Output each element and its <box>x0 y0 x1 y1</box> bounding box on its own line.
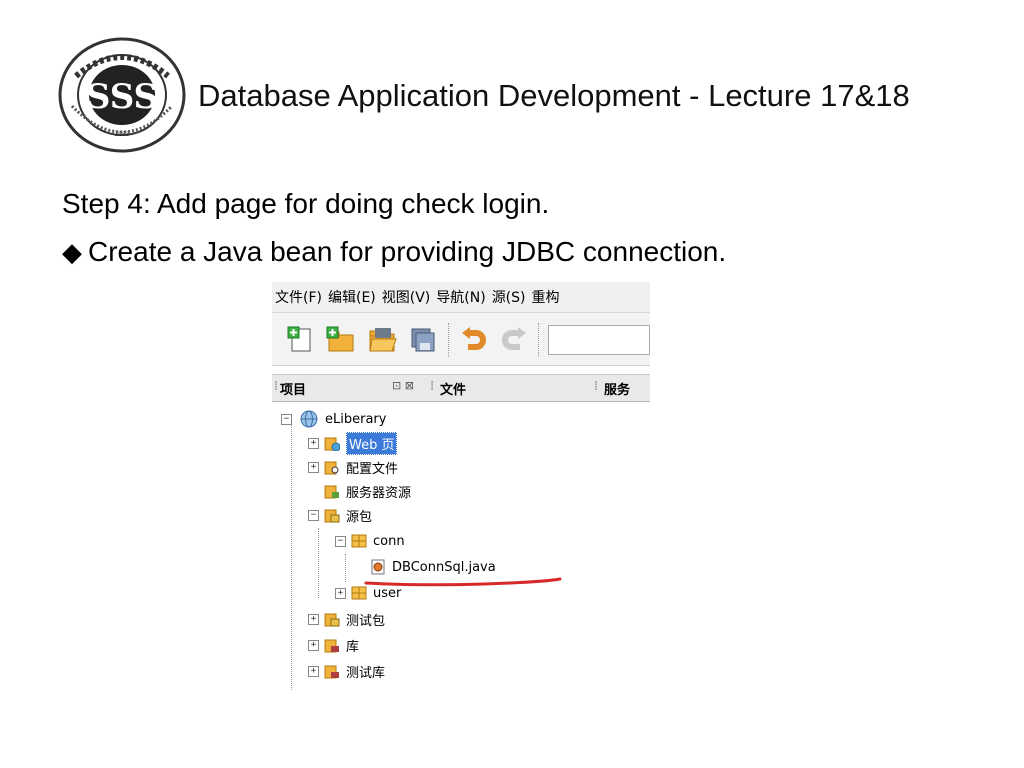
ide-screenshot: 文件(F) 编辑(E) 视图(V) 导航(N) 源(S) 重构 ⁞ 项目 ⊡ ⊠… <box>272 282 650 708</box>
toolbar <box>272 312 650 366</box>
tree-node-web[interactable]: + Web 页 <box>308 431 398 455</box>
collapse-icon[interactable]: − <box>281 413 292 425</box>
diamond-bullet-icon: ◆ <box>62 237 82 267</box>
project-tree: − eLiberary + Web 页 + 配置文件 服务器资源 − 源包 − … <box>272 404 650 708</box>
menu-source[interactable]: 源(S) <box>492 287 526 307</box>
expand-icon[interactable]: + <box>308 665 319 677</box>
menu-file[interactable]: 文件(F) <box>275 287 322 307</box>
bullet-item: ◆ Create a Java bean for providing JDBC c… <box>62 236 726 268</box>
tab-grip-icon: ⁞ <box>430 379 435 394</box>
tree-label-config: 配置文件 <box>346 461 399 477</box>
tab-projects[interactable]: 项目 <box>280 379 306 398</box>
libraries-folder-icon <box>324 639 339 653</box>
tree-label-user: user <box>373 585 402 601</box>
collapse-icon[interactable]: − <box>335 535 346 547</box>
tree-node-libraries[interactable]: + 库 <box>308 634 359 656</box>
new-project-icon[interactable] <box>324 325 356 355</box>
tree-node-user[interactable]: + user <box>335 582 401 604</box>
tab-services[interactable]: 服务 <box>604 379 630 398</box>
tab-grip-icon: ⁞ <box>274 379 279 394</box>
tree-label-test-packages: 测试包 <box>346 613 386 629</box>
open-project-icon[interactable] <box>366 325 398 355</box>
test-libraries-folder-icon <box>324 665 339 679</box>
tab-files[interactable]: 文件 <box>440 379 466 398</box>
tree-label-dbconnsql: DBConnSql.java <box>392 559 496 575</box>
menu-navigate[interactable]: 导航(N) <box>436 287 485 307</box>
tree-label-source-packages: 源包 <box>346 509 373 525</box>
slide-title: Database Application Development - Lectu… <box>198 78 910 113</box>
toolbar-combo[interactable] <box>548 325 650 355</box>
tree-label-test-libraries: 测试库 <box>346 665 386 681</box>
server-resources-folder-icon <box>324 485 339 499</box>
expand-icon[interactable]: + <box>308 461 319 473</box>
test-packages-folder-icon <box>324 613 340 627</box>
collapse-icon[interactable]: − <box>308 509 319 521</box>
menu-refactor[interactable]: 重构 <box>532 287 560 307</box>
panel-tabs: ⁞ 项目 ⊡ ⊠ ⁞ 文件 ⁞ 服务 <box>272 374 650 402</box>
tree-label-conn: conn <box>373 533 405 549</box>
tree-node-test-libraries[interactable]: + 测试库 <box>308 660 385 682</box>
expand-icon[interactable]: + <box>335 587 346 599</box>
step-text: Step 4: Add page for doing check login. <box>62 188 550 219</box>
undo-icon[interactable] <box>458 325 490 355</box>
config-files-folder-icon <box>324 461 339 475</box>
tree-node-conn[interactable]: − conn <box>335 530 405 552</box>
svg-text:SSS: SSS <box>86 77 158 117</box>
new-file-icon[interactable] <box>284 325 316 355</box>
university-seal-logo: SSS 1953 <box>58 37 186 153</box>
redo-icon[interactable] <box>498 325 530 355</box>
menu-edit[interactable]: 编辑(E) <box>328 287 376 307</box>
menu-view[interactable]: 视图(V) <box>382 287 431 307</box>
tree-connector <box>291 420 292 690</box>
tree-connector <box>345 554 346 582</box>
tree-node-source-packages[interactable]: − 源包 <box>308 504 372 526</box>
tab-controls-icon[interactable]: ⊡ ⊠ <box>392 379 414 392</box>
package-icon <box>351 586 367 600</box>
source-packages-folder-icon <box>324 509 340 523</box>
java-file-icon <box>371 559 385 575</box>
toolbar-separator <box>538 323 539 357</box>
tree-label-root: eLiberary <box>325 411 387 427</box>
package-icon <box>351 534 367 548</box>
tree-label-web: Web 页 <box>346 431 398 455</box>
tree-node-server-resources[interactable]: 服务器资源 <box>322 480 411 502</box>
expand-icon[interactable]: + <box>308 613 319 625</box>
web-project-globe-icon <box>300 410 318 428</box>
tree-node-config[interactable]: + 配置文件 <box>308 456 398 478</box>
tree-connector <box>318 528 319 598</box>
bullet-text: Create a Java bean for providing JDBC co… <box>88 236 727 267</box>
tree-node-root[interactable]: − eLiberary <box>281 408 386 430</box>
toolbar-separator <box>448 323 449 357</box>
tree-label-server-resources: 服务器资源 <box>346 485 412 501</box>
tab-grip-icon: ⁞ <box>594 379 599 394</box>
expand-icon[interactable]: + <box>308 639 319 651</box>
web-pages-folder-icon <box>324 437 340 451</box>
save-all-icon[interactable] <box>406 325 438 355</box>
expand-icon[interactable]: + <box>308 437 319 449</box>
tree-node-test-packages[interactable]: + 测试包 <box>308 608 385 630</box>
menu-bar: 文件(F) 编辑(E) 视图(V) 导航(N) 源(S) 重构 <box>272 282 650 312</box>
tree-label-libraries: 库 <box>346 639 360 655</box>
